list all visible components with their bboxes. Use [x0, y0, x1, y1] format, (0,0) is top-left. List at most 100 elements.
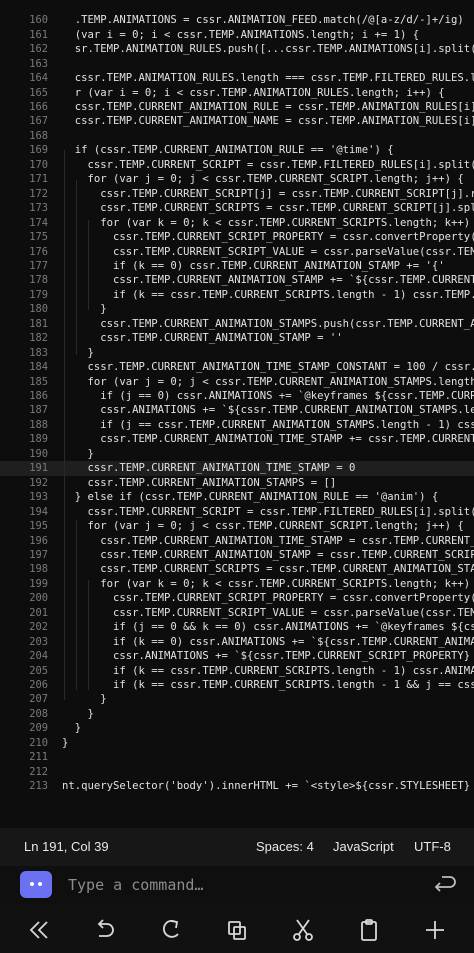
return-icon[interactable] — [428, 873, 458, 897]
file-encoding[interactable]: UTF-8 — [414, 839, 451, 854]
code-text[interactable]: cssr.TEMP.CURRENT_ANIMATION_TIME_STAMP =… — [62, 534, 474, 549]
code-editor[interactable]: 160 .TEMP.ANIMATIONS = cssr.ANIMATION_FE… — [0, 0, 474, 828]
code-line[interactable]: 186 if (j == 0) cssr.ANIMATIONS += `@key… — [0, 389, 474, 404]
code-line[interactable]: 195 for (var j = 0; j < cssr.TEMP.CURREN… — [0, 519, 474, 534]
code-text[interactable]: cssr.TEMP.CURRENT_SCRIPT[j] = cssr.TEMP.… — [62, 187, 474, 202]
code-text[interactable]: for (var k = 0; k < cssr.TEMP.CURRENT_SC… — [62, 577, 474, 592]
code-text[interactable]: if (j == cssr.TEMP.CURRENT_ANIMATION_STA… — [62, 418, 474, 433]
undo-icon[interactable] — [90, 916, 118, 944]
code-text[interactable]: cssr.TEMP.CURRENT_SCRIPT_PROPERTY = cssr… — [62, 591, 474, 606]
code-line[interactable]: 207 } — [0, 692, 474, 707]
code-line[interactable]: 196 cssr.TEMP.CURRENT_ANIMATION_TIME_STA… — [0, 534, 474, 549]
code-text[interactable]: cssr.TEMP.ANIMATION_RULES.length === css… — [62, 71, 474, 86]
code-text[interactable]: cssr.TEMP.CURRENT_SCRIPT_VALUE = cssr.pa… — [62, 606, 474, 621]
code-line[interactable]: 199 for (var k = 0; k < cssr.TEMP.CURREN… — [0, 577, 474, 592]
code-text[interactable]: for (var k = 0; k < cssr.TEMP.CURRENT_SC… — [62, 216, 474, 231]
code-text[interactable]: cssr.TEMP.CURRENT_SCRIPT = cssr.TEMP.FIL… — [62, 505, 474, 520]
code-line[interactable]: 165 r (var i = 0; i < cssr.TEMP.ANIMATIO… — [0, 86, 474, 101]
code-text[interactable]: } — [62, 707, 474, 722]
command-input[interactable] — [68, 874, 408, 896]
code-text[interactable]: nt.querySelector('body').innerHTML += `<… — [62, 779, 474, 794]
code-text[interactable]: for (var j = 0; j < cssr.TEMP.CURRENT_SC… — [62, 172, 474, 187]
code-line[interactable]: 208 } — [0, 707, 474, 722]
code-line[interactable]: 188 if (j == cssr.TEMP.CURRENT_ANIMATION… — [0, 418, 474, 433]
code-line[interactable]: 201 cssr.TEMP.CURRENT_SCRIPT_VALUE = css… — [0, 606, 474, 621]
code-line[interactable]: 182 cssr.TEMP.CURRENT_ANIMATION_STAMP = … — [0, 331, 474, 346]
code-line[interactable]: 171 for (var j = 0; j < cssr.TEMP.CURREN… — [0, 172, 474, 187]
code-text[interactable]: (var i = 0; i < cssr.TEMP.ANIMATIONS.len… — [62, 28, 474, 43]
code-text[interactable]: } — [62, 447, 474, 462]
code-text[interactable]: if (j == 0) cssr.ANIMATIONS += `@keyfram… — [62, 389, 474, 404]
code-text[interactable]: cssr.TEMP.CURRENT_ANIMATION_NAME = cssr.… — [62, 114, 474, 129]
code-line[interactable]: 170 cssr.TEMP.CURRENT_SCRIPT = cssr.TEMP… — [0, 158, 474, 173]
code-text[interactable]: } else if (cssr.TEMP.CURRENT_ANIMATION_R… — [62, 490, 474, 505]
code-line[interactable]: 210} — [0, 736, 474, 751]
code-text[interactable]: cssr.TEMP.CURRENT_ANIMATION_TIME_STAMP =… — [62, 461, 474, 476]
code-line[interactable]: 190 } — [0, 447, 474, 462]
code-text[interactable]: cssr.TEMP.CURRENT_ANIMATION_STAMPS = [] — [62, 476, 474, 491]
code-line[interactable]: 205 if (k == cssr.TEMP.CURRENT_SCRIPTS.l… — [0, 664, 474, 679]
code-line[interactable]: 183 } — [0, 346, 474, 361]
code-text[interactable]: cssr.TEMP.CURRENT_SCRIPT = cssr.TEMP.FIL… — [62, 158, 474, 173]
code-line[interactable]: 167 cssr.TEMP.CURRENT_ANIMATION_NAME = c… — [0, 114, 474, 129]
code-line[interactable]: 160 .TEMP.ANIMATIONS = cssr.ANIMATION_FE… — [0, 13, 474, 28]
copy-icon[interactable] — [223, 916, 251, 944]
code-line[interactable]: 174 for (var k = 0; k < cssr.TEMP.CURREN… — [0, 216, 474, 231]
code-line[interactable]: 169 if (cssr.TEMP.CURRENT_ANIMATION_RULE… — [0, 143, 474, 158]
code-line[interactable]: 189 cssr.TEMP.CURRENT_ANIMATION_TIME_STA… — [0, 432, 474, 447]
code-line[interactable]: 202 if (j == 0 && k == 0) cssr.ANIMATION… — [0, 620, 474, 635]
code-line[interactable]: 212 — [0, 765, 474, 780]
code-line[interactable]: 198 cssr.TEMP.CURRENT_SCRIPTS = cssr.TEM… — [0, 562, 474, 577]
code-line[interactable]: 180 } — [0, 302, 474, 317]
code-line[interactable]: 197 cssr.TEMP.CURRENT_ANIMATION_STAMP = … — [0, 548, 474, 563]
code-text[interactable]: cssr.TEMP.CURRENT_SCRIPTS = cssr.TEMP.CU… — [62, 562, 474, 577]
code-text[interactable]: if (k == cssr.TEMP.CURRENT_SCRIPTS.lengt… — [62, 288, 474, 303]
code-text[interactable]: for (var j = 0; j < cssr.TEMP.CURRENT_SC… — [62, 519, 474, 534]
code-line[interactable]: 179 if (k == cssr.TEMP.CURRENT_SCRIPTS.l… — [0, 288, 474, 303]
redo-icon[interactable] — [157, 916, 185, 944]
code-text[interactable]: cssr.TEMP.CURRENT_ANIMATION_TIME_STAMP +… — [62, 432, 474, 447]
code-text[interactable]: cssr.TEMP.CURRENT_ANIMATION_STAMP = '' — [62, 331, 474, 346]
code-line[interactable]: 209 } — [0, 721, 474, 736]
code-line[interactable]: 172 cssr.TEMP.CURRENT_SCRIPT[j] = cssr.T… — [0, 187, 474, 202]
code-line[interactable]: 203 if (k == 0) cssr.ANIMATIONS += `${cs… — [0, 635, 474, 650]
code-text[interactable]: cssr.TEMP.CURRENT_SCRIPT_VALUE = cssr.pa… — [62, 245, 474, 260]
code-line[interactable]: 176 cssr.TEMP.CURRENT_SCRIPT_VALUE = css… — [0, 245, 474, 260]
plus-icon[interactable] — [421, 916, 449, 944]
code-text[interactable]: if (k == 0) cssr.TEMP.CURRENT_ANIMATION_… — [62, 259, 474, 274]
code-text[interactable]: cssr.TEMP.CURRENT_ANIMATION_STAMP = cssr… — [62, 548, 474, 563]
code-line[interactable]: 166 cssr.TEMP.CURRENT_ANIMATION_RULE = c… — [0, 100, 474, 115]
code-text[interactable]: cssr.ANIMATIONS += `${cssr.TEMP.CURRENT_… — [62, 403, 474, 418]
cut-icon[interactable] — [289, 916, 317, 944]
code-text[interactable]: cssr.TEMP.CURRENT_SCRIPT_PROPERTY = cssr… — [62, 230, 474, 245]
code-text[interactable]: } — [62, 721, 474, 736]
code-text[interactable]: if (k == 0) cssr.ANIMATIONS += `${cssr.T… — [62, 635, 474, 650]
code-line[interactable]: 213 nt.querySelector('body').innerHTML +=… — [0, 779, 474, 794]
language-mode[interactable]: JavaScript — [333, 839, 394, 854]
code-line[interactable]: 162 sr.TEMP.ANIMATION_RULES.push([...css… — [0, 42, 474, 57]
code-text[interactable]: cssr.ANIMATIONS += `${cssr.TEMP.CURRENT_… — [62, 649, 474, 664]
code-line[interactable]: 185 for (var j = 0; j < cssr.TEMP.CURREN… — [0, 375, 474, 390]
code-line[interactable]: 206 if (k == cssr.TEMP.CURRENT_SCRIPTS.l… — [0, 678, 474, 693]
code-line[interactable]: 211 — [0, 750, 474, 765]
code-text[interactable]: } — [62, 692, 474, 707]
code-text[interactable]: cssr.TEMP.CURRENT_SCRIPTS = cssr.TEMP.CU… — [62, 201, 474, 216]
code-text[interactable]: cssr.TEMP.CURRENT_ANIMATION_RULE = cssr.… — [62, 100, 474, 115]
code-text[interactable]: cssr.TEMP.CURRENT_ANIMATION_STAMP += `${… — [62, 273, 474, 288]
code-text[interactable]: .TEMP.ANIMATIONS = cssr.ANIMATION_FEED.m… — [62, 13, 474, 28]
code-text[interactable]: if (k == cssr.TEMP.CURRENT_SCRIPTS.lengt… — [62, 664, 474, 679]
code-line[interactable]: 184 cssr.TEMP.CURRENT_ANIMATION_TIME_STA… — [0, 360, 474, 375]
code-text[interactable]: sr.TEMP.ANIMATION_RULES.push([...cssr.TE… — [62, 42, 474, 57]
code-text[interactable]: } — [62, 736, 474, 751]
assistant-bot-icon[interactable] — [20, 871, 52, 898]
code-line[interactable]: 168 — [0, 129, 474, 144]
code-line[interactable]: 193 } else if (cssr.TEMP.CURRENT_ANIMATI… — [0, 490, 474, 505]
cursor-position[interactable]: Ln 191, Col 39 — [24, 839, 109, 854]
code-line[interactable]: 175 cssr.TEMP.CURRENT_SCRIPT_PROPERTY = … — [0, 230, 474, 245]
code-line[interactable]: 177 if (k == 0) cssr.TEMP.CURRENT_ANIMAT… — [0, 259, 474, 274]
code-line[interactable]: 178 cssr.TEMP.CURRENT_ANIMATION_STAMP +=… — [0, 273, 474, 288]
code-line[interactable]: 163 — [0, 57, 474, 72]
indentation-setting[interactable]: Spaces: 4 — [256, 839, 314, 854]
code-text[interactable]: cssr.TEMP.CURRENT_ANIMATION_TIME_STAMP_C… — [62, 360, 474, 375]
code-text[interactable]: } — [62, 302, 474, 317]
